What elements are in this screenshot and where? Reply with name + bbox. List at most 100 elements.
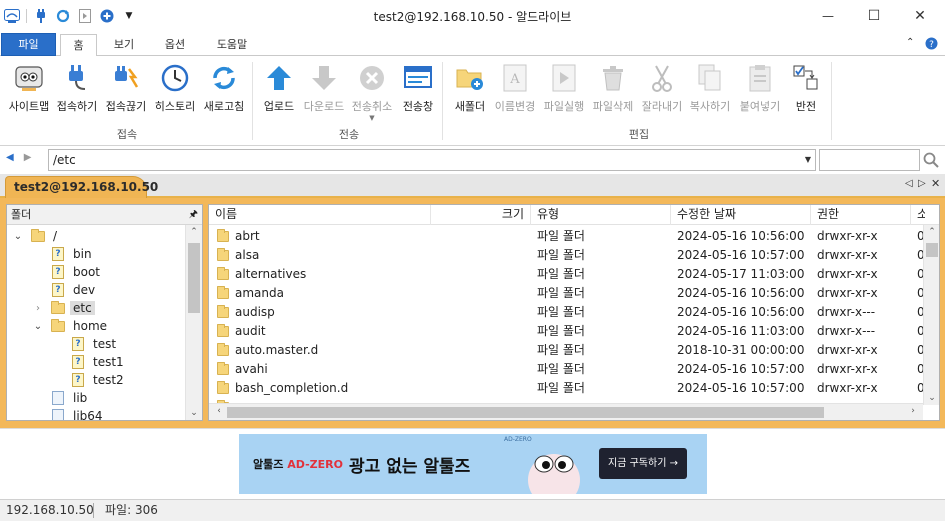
tree-label: dev	[73, 283, 96, 297]
tree-node-dev[interactable]: ? dev	[51, 281, 98, 299]
upload-button[interactable]: 업로드	[258, 62, 300, 118]
tab-view[interactable]: 보기	[105, 34, 143, 56]
collapse-chevron-icon[interactable]: ⌄	[31, 321, 45, 332]
tab-close-icon[interactable]: ✕	[931, 177, 940, 190]
copy-button[interactable]: 복사하기	[686, 62, 734, 118]
ad-area: 알툴즈 AD-ZERO 광고 없는 알툴즈 AD-ZERO 지금 구독하기 →	[0, 428, 945, 499]
history-button[interactable]: 히스토리	[152, 62, 198, 118]
delete-file-label: 파일삭제	[592, 100, 634, 113]
help-icon[interactable]: ?	[925, 37, 938, 53]
table-row[interactable]: amanda 파일 폴더 2024-05-16 10:56:00 drwxr-xr-x…	[209, 284, 925, 303]
scroll-left-icon[interactable]: ‹	[211, 406, 227, 416]
cell-perm: drwxr-xr-x	[817, 362, 878, 376]
column-name[interactable]: 이름	[209, 205, 431, 225]
collapse-chevron-icon[interactable]: ⌄	[11, 231, 25, 242]
column-size[interactable]: 크기	[431, 205, 531, 225]
ad-subscribe-button[interactable]: 지금 구독하기 →	[599, 448, 687, 479]
file-list-vscrollbar[interactable]: ⌃ ⌄	[923, 225, 939, 405]
file-list-hscrollbar[interactable]: ‹ ›	[209, 403, 923, 420]
tab-help[interactable]: 도움말	[208, 34, 256, 56]
tree-label: test2	[93, 373, 124, 387]
folder-icon	[51, 301, 65, 315]
cell-date: 2024-05-16 10:56:00	[677, 229, 805, 243]
session-tab[interactable]: test2@192.168.10.50	[5, 176, 158, 198]
symlink-icon: ?	[51, 247, 65, 261]
column-permissions[interactable]: 권한	[811, 205, 911, 225]
download-label: 다운로드	[303, 100, 345, 113]
tab-home[interactable]: 홈	[60, 34, 97, 57]
scroll-up-icon[interactable]: ⌃	[186, 227, 202, 237]
tree-node-test1[interactable]: ? test1	[71, 353, 127, 371]
cancel-transfer-button[interactable]: 전송취소 ▼	[348, 62, 396, 122]
search-input[interactable]	[819, 149, 920, 171]
expand-chevron-icon[interactable]: ›	[31, 303, 45, 314]
transfer-window-button[interactable]: 전송창	[398, 62, 438, 118]
path-dropdown-icon[interactable]: ▼	[805, 150, 811, 170]
table-row[interactable]: alsa 파일 폴더 2024-05-16 10:57:00 drwxr-xr-x 0	[209, 246, 925, 265]
table-row[interactable]: audisp 파일 폴더 2024-05-16 10:56:00 drwxr-x---…	[209, 303, 925, 322]
table-row[interactable]: alternatives 파일 폴더 2024-05-17 11:03:00 drwx…	[209, 265, 925, 284]
scroll-down-icon[interactable]: ⌄	[186, 408, 202, 418]
folder-panel-header: 폴더 🖈	[7, 205, 202, 225]
forward-arrow-icon[interactable]: ▶	[24, 152, 32, 163]
table-row[interactable]: bash_completion.d 파일 폴더 2024-05-16 10:57:0…	[209, 379, 925, 398]
cell-name: alsa	[235, 248, 260, 262]
run-file-button[interactable]: 파일실행	[540, 62, 588, 118]
tree-node-bin[interactable]: ? bin	[51, 245, 95, 263]
invert-selection-button[interactable]: 반전	[788, 62, 824, 118]
search-icon[interactable]	[920, 149, 942, 171]
scroll-down-icon[interactable]: ⌄	[924, 393, 939, 403]
paste-button[interactable]: 붙여넣기	[736, 62, 784, 118]
disconnect-button[interactable]: 접속끊기	[102, 62, 150, 118]
download-button[interactable]: 다운로드	[302, 62, 346, 118]
new-folder-button[interactable]: 새폴더	[450, 62, 490, 118]
cut-button[interactable]: 잘라내기	[638, 62, 686, 118]
scroll-thumb[interactable]	[227, 407, 824, 418]
table-row[interactable]: avahi 파일 폴더 2024-05-16 10:57:00 drwxr-xr-x 0	[209, 360, 925, 379]
rename-button[interactable]: A 이름변경	[490, 62, 540, 118]
cell-perm: drwxr-xr-x	[817, 343, 878, 357]
tree-node-home[interactable]: ⌄ home	[31, 317, 110, 335]
delete-file-button[interactable]: 파일삭제	[588, 62, 638, 118]
tree-node-test2[interactable]: ? test2	[71, 371, 127, 389]
scroll-right-icon[interactable]: ›	[905, 406, 921, 416]
tree-node-boot[interactable]: ? boot	[51, 263, 103, 281]
column-type[interactable]: 유형	[531, 205, 671, 225]
site-map-button[interactable]: 사이트맵	[4, 62, 54, 118]
group-label-connect: 접속	[116, 128, 138, 141]
window-title: test2@192.168.10.50 - 알드라이브	[373, 10, 572, 24]
refresh-button[interactable]: 새로고침	[200, 62, 248, 118]
scroll-thumb[interactable]	[926, 243, 938, 257]
table-row[interactable]: abrt 파일 폴더 2024-05-16 10:56:00 drwxr-xr-x 0	[209, 227, 925, 246]
tree-scrollbar[interactable]: ⌃ ⌄	[185, 225, 202, 420]
tree-node-etc[interactable]: › etc	[31, 299, 95, 317]
tab-scroll-left-icon[interactable]: ◁	[905, 178, 913, 189]
connect-button[interactable]: 접속하기	[54, 62, 100, 118]
folder-panel: 폴더 🖈 ⌄ / ? bin ? boot ? dev › etc ⌄ home…	[6, 204, 203, 421]
table-row[interactable]: auto.master.d 파일 폴더 2018-10-31 00:00:00 drw…	[209, 341, 925, 360]
table-row[interactable]: audit 파일 폴더 2024-05-16 11:03:00 drwxr-x--- 0	[209, 322, 925, 341]
close-button[interactable]: ✕	[897, 0, 943, 32]
tree-node-root[interactable]: ⌄ /	[11, 227, 60, 245]
column-modified[interactable]: 수정한 날짜	[671, 205, 811, 225]
cell-perm: drwxr-xr-x	[817, 267, 878, 281]
scroll-thumb[interactable]	[188, 243, 200, 313]
minimize-button[interactable]: —	[805, 0, 851, 32]
cancel-dropdown-icon[interactable]: ▼	[348, 114, 396, 122]
column-owner[interactable]: 소	[911, 205, 925, 225]
back-arrow-icon[interactable]: ◀	[6, 152, 14, 163]
tree-node-lib64[interactable]: lib64	[51, 407, 106, 420]
scroll-up-icon[interactable]: ⌃	[924, 227, 939, 237]
tree-node-lib[interactable]: lib	[51, 389, 90, 407]
pin-icon[interactable]: 🖈	[189, 205, 198, 224]
folder-icon	[217, 381, 231, 394]
ad-banner[interactable]: 알툴즈 AD-ZERO 광고 없는 알툴즈 AD-ZERO 지금 구독하기 →	[239, 434, 707, 494]
folder-icon	[217, 267, 231, 280]
maximize-button[interactable]: ☐	[851, 0, 897, 32]
collapse-ribbon-icon[interactable]: ⌃	[906, 37, 914, 48]
tree-node-test[interactable]: ? test	[71, 335, 119, 353]
path-input[interactable]: /etc ▼	[48, 149, 816, 171]
tab-file[interactable]: 파일	[1, 33, 56, 56]
tab-scroll-right-icon[interactable]: ▷	[918, 178, 926, 189]
tab-options[interactable]: 옵션	[155, 34, 195, 56]
